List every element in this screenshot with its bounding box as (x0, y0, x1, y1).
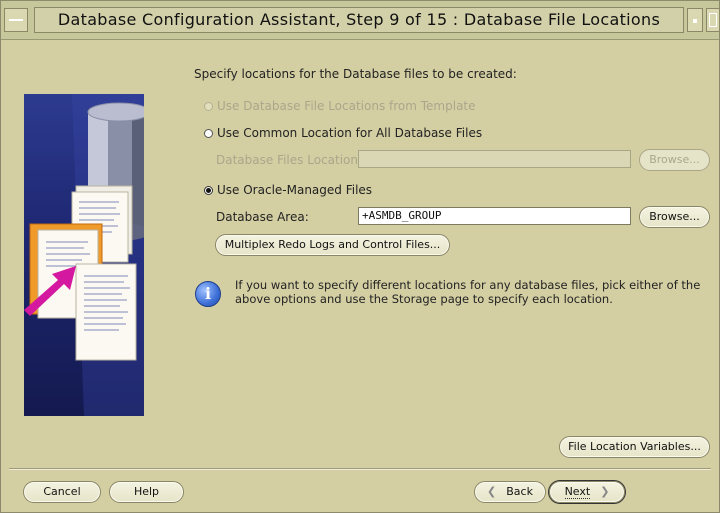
common-location-radio[interactable] (204, 129, 213, 138)
window-title: Database Configuration Assistant, Step 9… (57, 10, 661, 29)
chevron-right-icon: ❯ (600, 485, 610, 498)
window-menu-icon[interactable] (4, 8, 28, 32)
minimize-icon[interactable] (687, 8, 703, 32)
footer-separator (9, 468, 711, 470)
info-icon: i (195, 281, 221, 307)
cancel-button[interactable]: Cancel (23, 481, 101, 503)
oracle-managed-files-radio[interactable] (204, 186, 213, 195)
db-files-location-field (358, 150, 631, 168)
database-area-field[interactable]: +ASMDB_GROUP (358, 207, 631, 225)
file-location-variables-button[interactable]: File Location Variables... (559, 436, 710, 458)
step-heading: Specify locations for the Database files… (194, 67, 517, 81)
db-files-location-label: Database Files Location: (216, 153, 363, 167)
browse-files-location-button: Browse... (639, 149, 710, 171)
next-button[interactable]: Next ❯ (549, 481, 625, 503)
multiplex-redo-logs-button[interactable]: Multiplex Redo Logs and Control Files... (215, 234, 450, 256)
template-locations-label: Use Database File Locations from Templat… (217, 99, 476, 113)
help-button[interactable]: Help (109, 481, 184, 503)
next-button-label: Next (564, 485, 591, 499)
oracle-managed-files-label[interactable]: Use Oracle-Managed Files (217, 183, 372, 197)
title-area[interactable]: Database Configuration Assistant, Step 9… (34, 7, 684, 33)
dialog-window: Database Configuration Assistant, Step 9… (0, 0, 720, 513)
info-text-line-2: above options and use the Storage page t… (235, 292, 613, 306)
common-location-label[interactable]: Use Common Location for All Database Fil… (217, 126, 482, 140)
title-bar[interactable]: Database Configuration Assistant, Step 9… (1, 1, 720, 40)
info-text-line-1: If you want to specify different locatio… (235, 278, 701, 292)
back-button[interactable]: ❮ Back (474, 481, 546, 503)
wizard-illustration (24, 94, 144, 416)
chevron-left-icon: ❮ (487, 485, 497, 498)
template-locations-radio (204, 102, 213, 111)
back-button-label: Back (506, 485, 533, 498)
database-files-illustration (24, 94, 144, 416)
maximize-icon[interactable] (706, 8, 720, 32)
database-area-label: Database Area: (216, 210, 309, 224)
browse-database-area-button[interactable]: Browse... (639, 206, 710, 228)
